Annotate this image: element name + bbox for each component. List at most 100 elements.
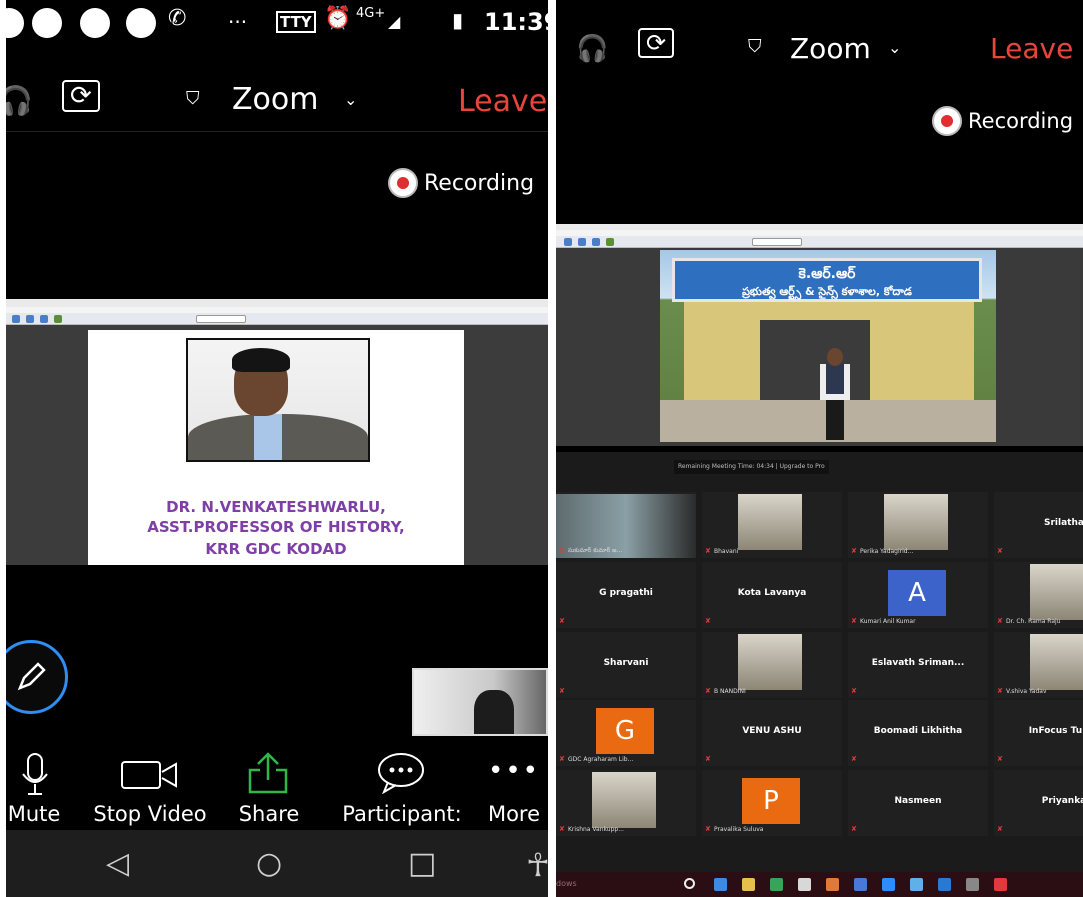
participant-tile[interactable]: ✘ Bhavani [702,492,842,558]
record-icon [932,106,962,136]
participant-tile[interactable]: Srilatha ✘ [994,492,1083,558]
alarm-icon: ⏰ [324,6,352,31]
participants-label: Participant: [342,802,462,826]
speaker-icon[interactable]: 🎧 [6,84,33,117]
participant-tile[interactable]: Priyanka ✘ [994,770,1083,836]
college-photo: కె.ఆర్.ఆర్ ప్రభుత్వ ఆర్ట్స్ & సైన్స్ కళా… [660,250,996,442]
recents-nav-button[interactable]: □ [408,846,436,881]
muted-mic-icon: ✘ [997,617,1003,625]
annotate-button[interactable] [6,640,68,714]
meeting-controls: Mute Stop Video Share Participant: ••• M… [6,744,548,830]
taskbar-app-icon[interactable] [826,878,839,891]
participant-tile[interactable]: ✘ సుకుమార్ కుమార్ జ... [556,492,696,558]
chat-bubble-icon [378,753,424,794]
participant-name: Sharvani [603,658,649,668]
recording-indicator: Recording [388,168,534,198]
switch-camera-icon[interactable]: ⟳ [638,28,675,58]
taskbar-app-icon[interactable] [966,878,979,891]
muted-mic-icon: ✘ [559,755,565,763]
shield-icon: ⛉ [748,36,762,57]
meeting-title[interactable]: Zoom [790,32,871,65]
pdf-tool-icon [26,315,34,323]
taskbar-zoom-icon[interactable] [882,878,895,891]
sign-line-1: కె.ఆర్.ఆర్ [798,266,856,282]
tty-indicator: TTY [276,11,316,33]
participant-tile[interactable]: Sharvani ✘ [556,632,696,698]
recording-label: Recording [968,109,1074,133]
taskbar-app-icon[interactable] [994,878,1007,891]
muted-mic-icon: ✘ [559,825,565,833]
muted-mic-icon: ✘ [705,825,711,833]
participant-tile[interactable]: G pragathi ✘ [556,562,696,628]
participant-tile[interactable]: Kota Lavanya ✘ [702,562,842,628]
stop-video-label: Stop Video [93,802,207,826]
participant-tile[interactable]: InFocus Turbo ✘ [994,700,1083,766]
participant-tile[interactable]: ✘ B NANDINI [702,632,842,698]
record-icon [388,168,418,198]
taskbar-folder-icon[interactable] [742,878,755,891]
self-video-person [474,690,514,734]
share-screen-icon [248,752,288,794]
participant-tile[interactable]: P ✘ Pravalika Suluva [702,770,842,836]
home-nav-button[interactable]: ○ [256,846,282,881]
pdf-find-box [752,238,802,246]
pdf-toolbar [556,236,1083,248]
participant-tile[interactable]: A ✘ Kumari Anil Kumar [848,562,988,628]
participant-tile[interactable]: G ✘ GDC Agraharam Lib... [556,700,696,766]
muted-mic-icon: ✘ [559,547,565,555]
college-signboard: కె.ఆర్.ఆర్ ప్రభుత్వ ఆర్ట్స్ & సైన్స్ కళా… [672,258,982,302]
muted-mic-icon: ✘ [705,755,711,763]
participant-name: Srilatha [1044,518,1083,528]
participant-tile[interactable]: ✘ Dr. Ch. Rama Raju [994,562,1083,628]
pencil-icon [17,662,46,691]
muted-mic-icon: ✘ [851,755,857,763]
taskbar-app-icon[interactable] [798,878,811,891]
phone-zoom-screen: ✆ ··· TTY ⏰ 4G+ ◢ ▮ 11:39 🎧 ⟳ ⛉ Zoom ⌄ L… [6,0,548,897]
taskbar-app-icon[interactable] [854,878,867,891]
pdf-find-box [196,315,246,323]
participant-tile[interactable]: Eslavath Sriman... ✘ [848,632,988,698]
slide-page: DR. N.VENKATESHWARLU, ASST.PROFESSOR OF … [88,330,464,565]
switch-camera-icon[interactable]: ⟳ [62,80,100,112]
slide-college-line: KRR GDC KODAD [205,540,347,558]
taskbar-app-icon[interactable] [938,878,951,891]
leave-button[interactable]: Leave [990,32,1073,65]
taskbar-app-icon[interactable] [714,878,727,891]
shield-icon: ⛉ [186,88,200,109]
battery-icon: ▮ [452,8,464,32]
chevron-down-icon[interactable]: ⌄ [888,38,901,57]
participant-video [1030,564,1083,620]
participant-tile[interactable]: ✘ V.shiva Yadav [994,632,1083,698]
taskbar-app-icon[interactable] [770,878,783,891]
meeting-title[interactable]: Zoom [232,82,318,117]
pdf-tool-icon [606,238,614,246]
taskbar-search-icon[interactable] [684,878,695,889]
self-video-thumbnail[interactable] [412,668,548,736]
taskbar-app-icon[interactable] [910,878,923,891]
leave-button[interactable]: Leave [458,84,547,119]
participant-tile[interactable]: Nasmeen ✘ [848,770,988,836]
slide-name-line: DR. N.VENKATESHWARLU, [166,498,386,516]
participant-video [1030,634,1083,690]
back-nav-button[interactable]: ◁ [106,846,129,881]
muted-mic-icon: ✘ [997,825,1003,833]
pdf-tool-icon [564,238,572,246]
participant-video [884,494,948,550]
slide-title-line: ASST.PROFESSOR OF HISTORY, [147,518,405,536]
participant-tile[interactable]: VENU ASHU ✘ [702,700,842,766]
chevron-down-icon[interactable]: ⌄ [344,90,357,109]
speaker-icon[interactable]: 🎧 [576,34,608,64]
accessibility-icon[interactable]: ☥ [526,846,548,884]
notification-dot-icon [80,8,110,38]
participant-label: B NANDINI [714,688,746,695]
meeting-time-banner[interactable]: Remaining Meeting Time: 04:34 | Upgrade … [674,460,829,474]
participant-tile[interactable]: ✘ Perika Yadagirid... [848,492,988,558]
clock: 11:39 [484,8,548,36]
participant-tile[interactable]: Boomadi Likhitha ✘ [848,700,988,766]
participant-tile[interactable]: ✘ Krishna Vankupp... [556,770,696,836]
participant-label: Dr. Ch. Rama Raju [1006,618,1061,625]
notification-dot-icon [126,8,156,38]
participant-label: Bhavani [714,548,739,555]
participant-name: Nasmeen [894,796,942,806]
participant-name: Priyanka [1041,796,1083,806]
